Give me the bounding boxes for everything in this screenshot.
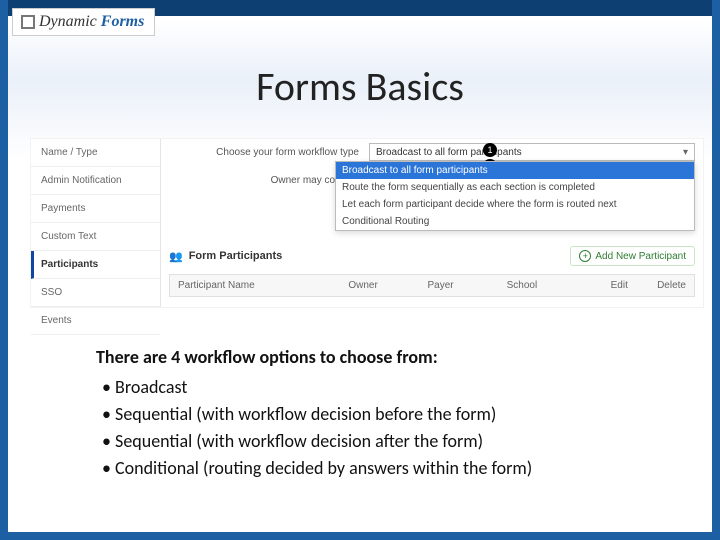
sidebar-item-payments[interactable]: Payments	[31, 195, 160, 223]
bullet-item: Sequential (with workflow decision befor…	[102, 401, 660, 428]
col-owner: Owner	[340, 275, 419, 296]
bullet-item: Conditional (routing decided by answers …	[102, 455, 660, 482]
bullet-item: Sequential (with workflow decision after…	[102, 428, 660, 455]
participants-heading-text: Form Participants	[189, 250, 283, 262]
workflow-type-select[interactable]: Broadcast to all form participants	[369, 143, 695, 161]
col-delete: Delete	[636, 275, 694, 296]
workflow-type-selected: Broadcast to all form participants	[376, 147, 522, 158]
plus-circle-icon: +	[579, 250, 591, 262]
col-edit: Edit	[578, 275, 636, 296]
side-nav: Name / TypeAdmin NotificationPaymentsCus…	[31, 139, 161, 307]
people-icon	[169, 250, 183, 263]
page-title: Forms Basics	[0, 62, 720, 111]
workflow-type-dropdown[interactable]: Broadcast to all form participantsRoute …	[335, 161, 695, 231]
sidebar-item-admin-notification[interactable]: Admin Notification	[31, 167, 160, 195]
col-participant-name: Participant Name	[170, 275, 340, 296]
sidebar-item-custom-text[interactable]: Custom Text	[31, 223, 160, 251]
slide-border-bottom	[0, 532, 720, 540]
workflow-type-label: Choose your form workflow type	[169, 147, 369, 158]
participants-table-header: Participant Name Owner Payer School Edit…	[170, 275, 694, 296]
workflow-option[interactable]: Conditional Routing	[336, 213, 694, 230]
logo-text-1: Dynamic	[39, 13, 97, 31]
step-badge: 1	[483, 143, 497, 157]
sidebar-item-participants[interactable]: Participants	[31, 251, 160, 279]
workflow-option[interactable]: Route the form sequentially as each sect…	[336, 179, 694, 196]
bullet-block: There are 4 workflow options to choose f…	[96, 346, 660, 482]
sidebar-item-sso[interactable]: SSO	[31, 279, 160, 307]
logo-mark-icon	[21, 15, 35, 29]
slide: Dynamic Forms Forms Basics Name / TypeAd…	[0, 0, 720, 540]
participants-table: Participant Name Owner Payer School Edit…	[169, 274, 695, 297]
logo-text-2: Forms	[101, 13, 145, 31]
sidebar-item-name-type[interactable]: Name / Type	[31, 139, 160, 167]
embedded-screenshot: Name / TypeAdmin NotificationPaymentsCus…	[30, 138, 704, 308]
sidebar-item-events[interactable]: Events	[31, 307, 160, 335]
add-participant-label: Add New Participant	[595, 251, 686, 262]
add-participant-button[interactable]: + Add New Participant	[570, 246, 695, 266]
brand-logo: Dynamic Forms	[12, 8, 155, 36]
workflow-option[interactable]: Broadcast to all form participants	[336, 162, 694, 179]
col-payer: Payer	[420, 275, 499, 296]
main-pane: Choose your form workflow type Broadcast…	[161, 139, 703, 307]
bullet-list: BroadcastSequential (with workflow decis…	[96, 374, 660, 482]
participants-heading: Form Participants	[169, 250, 282, 263]
col-school: School	[499, 275, 578, 296]
bullet-lead: There are 4 workflow options to choose f…	[96, 346, 660, 368]
workflow-option[interactable]: Let each form participant decide where t…	[336, 196, 694, 213]
bullet-item: Broadcast	[102, 374, 660, 401]
